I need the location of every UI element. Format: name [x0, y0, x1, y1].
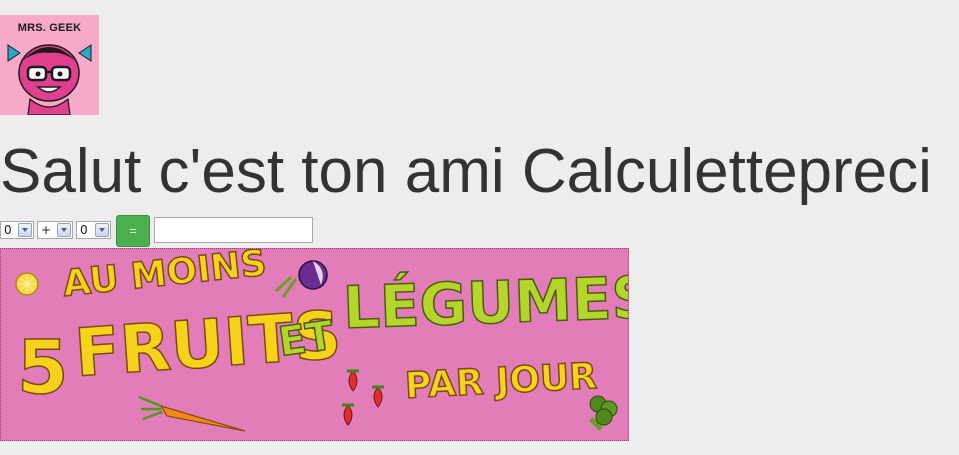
- carrot-icon: [138, 395, 246, 432]
- banner-word-legumes: LÉGUMES: [341, 262, 629, 342]
- operator-value: +: [41, 223, 52, 237]
- result-field[interactable]: [154, 217, 313, 243]
- broccoli-icon: [589, 395, 618, 431]
- fruits-legumes-banner: AU MOINS 5 FRUITS ET LÉGUMES PAR JOUR: [0, 248, 629, 441]
- strawberry-icon: [342, 369, 384, 426]
- chevron-down-icon: [57, 223, 71, 237]
- operand-a-value: 0: [4, 223, 12, 237]
- banner-line-par-jour: PAR JOUR: [403, 355, 599, 408]
- lemon-icon: [15, 272, 39, 296]
- operand-b-select[interactable]: 0: [76, 221, 111, 239]
- banner-word-et: ET: [275, 312, 337, 367]
- operand-a-select[interactable]: 0: [0, 221, 34, 239]
- operator-select[interactable]: +: [37, 221, 73, 239]
- mrs-geek-logo: MRS. GEEK: [0, 15, 99, 115]
- equals-button[interactable]: =: [116, 215, 150, 247]
- page-title: Salut c'est ton ami Calculettepreci: [0, 137, 932, 206]
- operand-b-value: 0: [80, 223, 88, 237]
- turnip-icon: [274, 260, 328, 298]
- logo-text: MRS. GEEK: [17, 22, 82, 34]
- calculator-form: 0 + 0 =: [0, 215, 400, 247]
- banner-number-5: 5: [16, 325, 69, 411]
- chevron-down-icon: [18, 223, 32, 237]
- chevron-down-icon: [95, 223, 109, 237]
